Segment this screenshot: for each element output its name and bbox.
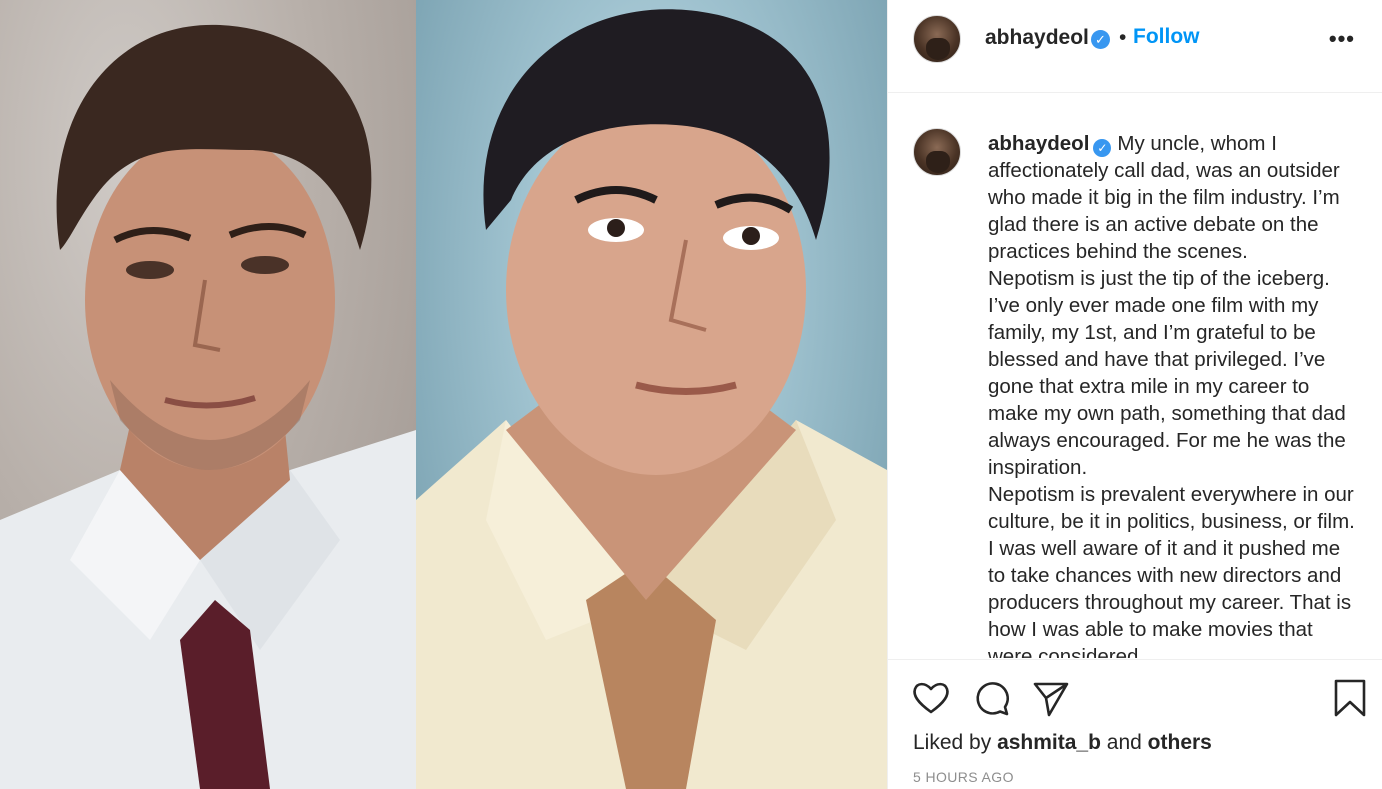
photo-vintage-man-portrait bbox=[416, 0, 887, 789]
post-timestamp[interactable]: 5 HOURS AGO bbox=[913, 769, 1014, 785]
post-media[interactable] bbox=[0, 0, 887, 789]
follow-button[interactable]: Follow bbox=[1133, 25, 1200, 49]
post-actions: Liked by ashmita_b and others 5 HOURS AG… bbox=[888, 659, 1382, 789]
caption-paragraph-2: Nepotism is just the tip of the iceberg.… bbox=[988, 267, 1346, 479]
post-details-panel: abhaydeol ✓ • Follow ••• abhaydeol ✓ My un… bbox=[887, 0, 1382, 789]
caption-author-username[interactable]: abhaydeol bbox=[988, 132, 1089, 155]
comment-icon[interactable] bbox=[972, 678, 1012, 718]
post-header: abhaydeol ✓ • Follow ••• bbox=[888, 0, 1382, 93]
liked-by-others-link[interactable]: others bbox=[1148, 731, 1212, 754]
liked-by-text: Liked by ashmita_b and others bbox=[913, 731, 1212, 755]
liked-by-user-link[interactable]: ashmita_b bbox=[997, 731, 1101, 754]
caption-author-avatar[interactable] bbox=[913, 128, 961, 176]
caption-area[interactable]: abhaydeol ✓ My uncle, whom I affectionatel… bbox=[888, 94, 1382, 658]
bookmark-icon[interactable] bbox=[1330, 678, 1370, 718]
verified-badge-icon: ✓ bbox=[1091, 30, 1110, 49]
photo-young-man-white-shirt bbox=[0, 0, 416, 789]
liked-by-and: and bbox=[1106, 731, 1142, 754]
liked-by-prefix: Liked by bbox=[913, 731, 992, 754]
author-username[interactable]: abhaydeol bbox=[985, 26, 1089, 50]
separator-dot: • bbox=[1119, 26, 1127, 49]
more-options-icon[interactable]: ••• bbox=[1329, 26, 1355, 52]
post-caption: abhaydeol ✓ My uncle, whom I affectionatel… bbox=[988, 130, 1358, 658]
author-avatar[interactable] bbox=[913, 15, 961, 63]
heart-icon[interactable] bbox=[911, 678, 951, 718]
share-icon[interactable] bbox=[1031, 678, 1071, 718]
caption-paragraph-3: Nepotism is prevalent everywhere in our … bbox=[988, 483, 1355, 658]
caption-verified-badge-icon: ✓ bbox=[1093, 139, 1112, 157]
